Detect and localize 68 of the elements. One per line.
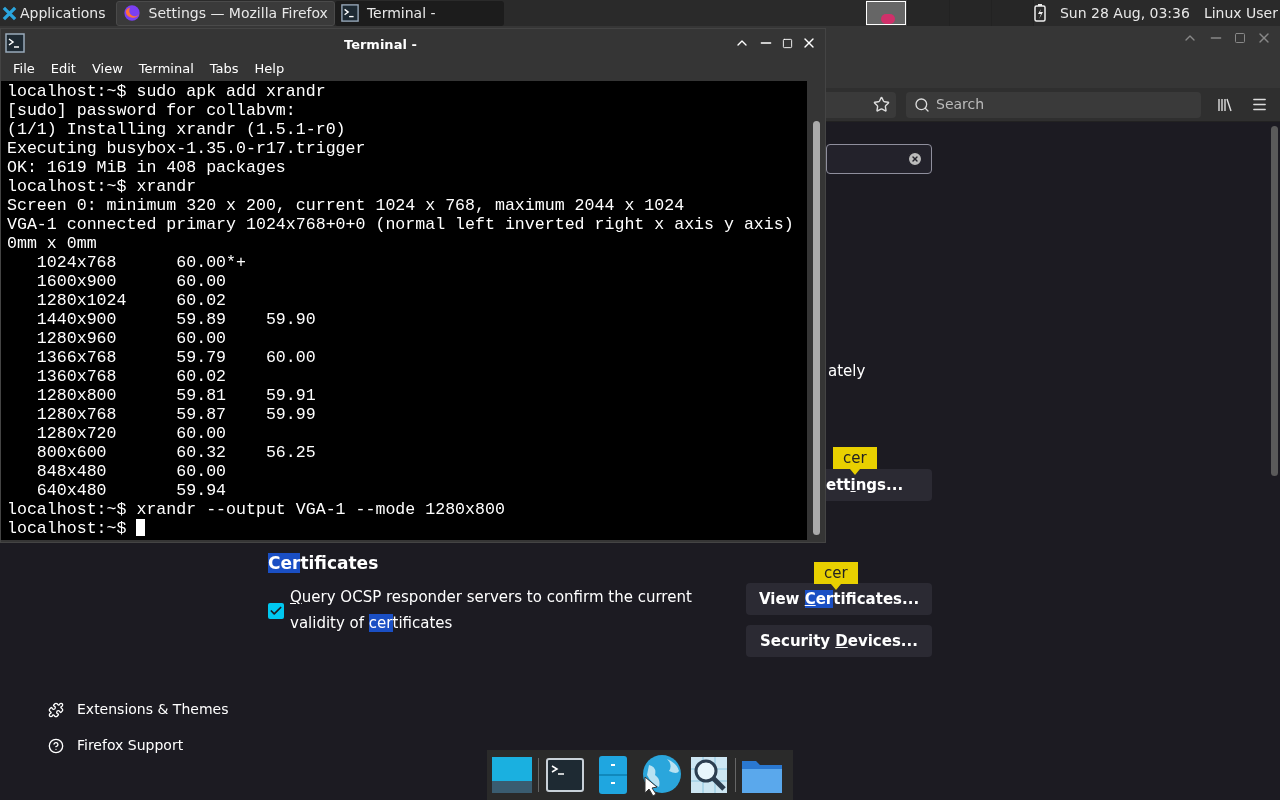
terminal-line: Executing busybox-1.35.0-r17.trigger	[7, 139, 366, 158]
terminal-line: 640x480 59.94	[35, 481, 227, 500]
search-input[interactable]: Search	[936, 94, 1176, 115]
terminal-line: 1280x960 60.00	[35, 329, 227, 348]
clear-icon[interactable]	[907, 151, 923, 167]
browser-icon	[122, 4, 141, 22]
sidebar-link[interactable]: Firefox Support	[48, 735, 184, 756]
menu-item[interactable]: Edit	[42, 59, 84, 79]
find-field[interactable]	[826, 144, 932, 174]
window-title: Terminal -	[344, 36, 417, 54]
help-icon	[48, 737, 64, 754]
menu-icon[interactable]	[1251, 96, 1268, 113]
terminal-line: (1/1) Installing xrandr (1.5.1-r0)	[7, 120, 346, 139]
settings-button[interactable]: ettings...	[826, 469, 932, 501]
bookmark-star-icon[interactable]	[873, 96, 890, 113]
terminal-line: [sudo] password for collabvm:	[7, 101, 296, 120]
terminal-line: VGA-1 connected primary 1024x768+0+0 (normal left inverted right x axis y axis)	[7, 215, 794, 234]
terminal-line: 800x600 60.32 56.25	[35, 443, 316, 462]
library-icon[interactable]	[1217, 96, 1233, 113]
terminal-line: OK: 1619 MiB in 408 packages	[7, 158, 286, 177]
search-icon	[914, 96, 930, 113]
app-menu-icon	[2, 5, 17, 21]
terminal-line: localhost:~$ sudo apk add xrandr	[7, 82, 326, 101]
menu-item[interactable]: File	[5, 59, 43, 79]
user-name[interactable]: Linux User	[1203, 2, 1278, 24]
terminal-line: Screen 0: minimum 320 x 200, current 1024 x 768, maximum 2044 x 1024	[7, 196, 685, 215]
scrollbar[interactable]	[812, 121, 820, 535]
terminal-line: 848x480 60.00	[35, 462, 227, 481]
search-field[interactable]: Search	[906, 91, 1201, 118]
workspace-cell[interactable]	[991, 0, 1034, 26]
terminal-icon	[5, 33, 25, 53]
maximize-icon[interactable]	[1234, 32, 1246, 44]
sidebar-link[interactable]: Extensions & Themes	[48, 699, 229, 720]
scrollbar[interactable]	[1271, 126, 1278, 476]
find-tooltip: cer	[814, 562, 858, 590]
menu-item[interactable]: View	[83, 59, 131, 79]
checkbox[interactable]	[268, 603, 284, 619]
terminal-line: 1280x800 59.81 59.91	[35, 386, 316, 405]
terminal-line: 1280x1024 60.02	[35, 291, 227, 310]
menu-item[interactable]: Help	[246, 59, 293, 79]
setting-description: ately	[828, 361, 866, 382]
workspace-cell[interactable]	[865, 0, 908, 26]
battery-icon[interactable]	[1033, 4, 1046, 22]
terminal-line: localhost:~$ xrandr	[7, 177, 197, 196]
tooltip-arrow-icon	[849, 469, 860, 475]
clock[interactable]: Sun 28 Aug, 03:36	[1059, 2, 1190, 24]
taskbar-button[interactable]: Settings — Mozilla Firefox	[115, 0, 335, 26]
terminal-line: 1024x768 60.00*+	[35, 253, 246, 272]
terminal-line: 1280x768 59.87 59.99	[35, 405, 316, 424]
puzzle-icon	[48, 701, 64, 718]
terminal-line: 1600x900 60.00	[35, 272, 227, 291]
terminal-line: localhost:~$ xrandr --output VGA-1 --mode 1280x800	[7, 500, 505, 519]
applications-menu[interactable]: Applications	[0, 0, 116, 26]
menu-item[interactable]: Tabs	[201, 59, 247, 79]
terminal-line: 1366x768 59.79 60.00	[35, 348, 316, 367]
terminal-icon	[340, 4, 359, 22]
terminal-line: 1360x768 60.02	[35, 367, 227, 386]
tooltip-arrow-icon	[830, 584, 841, 590]
cursor-icon	[136, 519, 146, 536]
terminal-line: 1440x900 59.89 59.90	[35, 310, 316, 329]
find-tooltip: cer	[833, 447, 877, 475]
terminal-line: localhost:~$	[7, 519, 146, 538]
dialog-button[interactable]: Security Devices...	[746, 625, 932, 657]
terminal-line: 0mm x 0mm	[7, 234, 97, 253]
menu-item[interactable]: Terminal	[130, 59, 202, 79]
terminal-line: 1280x720 60.00	[35, 424, 227, 443]
taskbar-button[interactable]: Terminal -	[334, 0, 504, 26]
workspace-cell[interactable]	[907, 0, 950, 26]
